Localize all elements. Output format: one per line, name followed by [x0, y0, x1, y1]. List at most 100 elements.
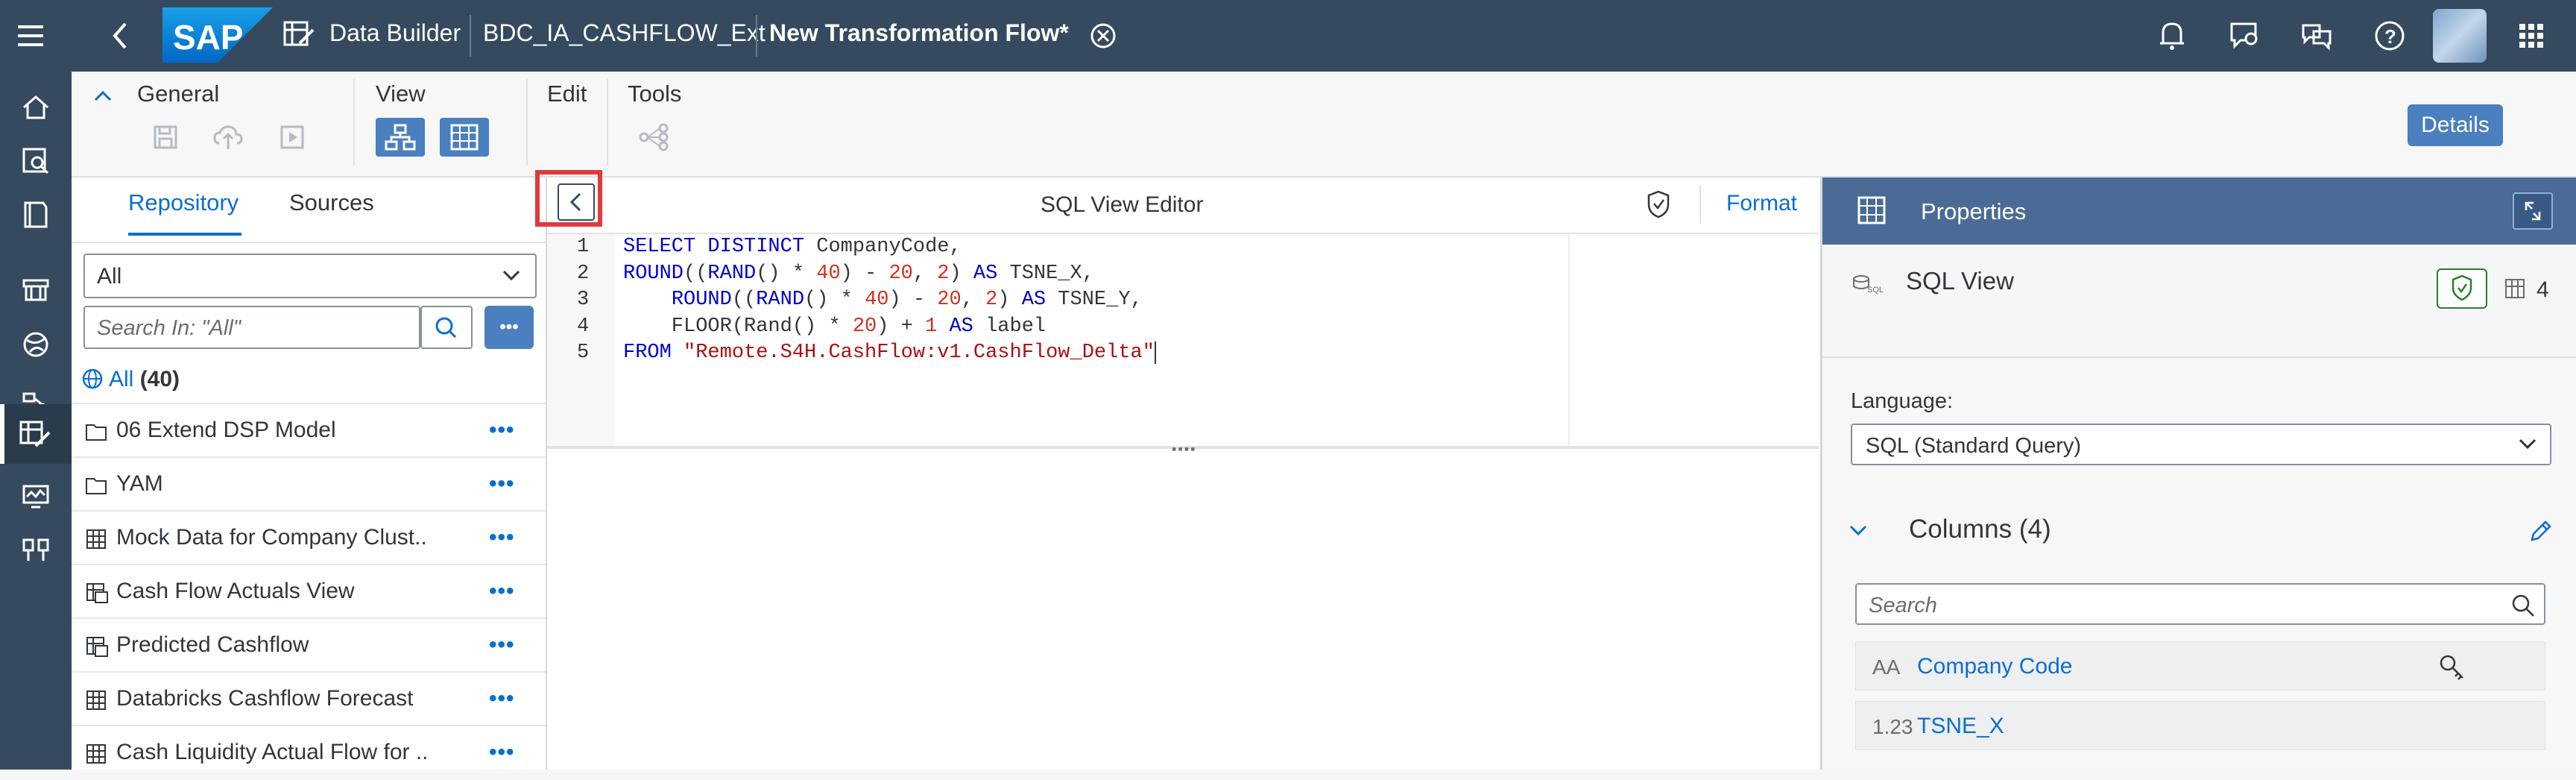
repository-item[interactable]: Cash Liquidity Actual Flow for .. •••	[72, 725, 546, 780]
item-more-icon[interactable]: •••	[489, 686, 515, 711]
repository-item[interactable]: Cash Flow Actuals View •••	[72, 564, 546, 619]
edit-columns-icon[interactable]	[2528, 518, 2554, 544]
column-row[interactable]: AA Company Code	[1855, 641, 2545, 691]
editor-toolbar: General View Edit Tools Details	[72, 72, 2576, 177]
item-more-icon[interactable]: •••	[489, 632, 515, 658]
sql-code-area[interactable]: SELECT DISTINCT CompanyCode, ROUND((RAND…	[623, 234, 1156, 367]
tab-sources[interactable]: Sources	[289, 189, 374, 216]
column-type-icon: 1.23	[1872, 715, 1913, 738]
product-switch-icon[interactable]	[2518, 22, 2545, 49]
space-management-icon[interactable]	[0, 523, 72, 577]
column-type-icon: AA	[1872, 655, 1901, 679]
details-button[interactable]: Details	[2408, 104, 2503, 146]
toolbar-separator	[526, 79, 528, 166]
repository-item[interactable]: Mock Data for Company Clust.. •••	[72, 510, 546, 565]
svg-text:SAP: SAP	[173, 18, 244, 57]
svg-text:?: ?	[2384, 25, 2396, 48]
repository-item[interactable]: YAM •••	[72, 456, 546, 512]
folder-icon	[85, 474, 107, 495]
menu-icon[interactable]	[16, 22, 46, 49]
help-icon[interactable]: ?	[2373, 19, 2406, 52]
back-icon[interactable]	[109, 21, 130, 51]
table-view-button[interactable]	[440, 118, 489, 157]
properties-panel: Properties SQL SQL View 4 Language: SQL …	[1820, 177, 2576, 770]
item-more-icon[interactable]: •••	[489, 471, 515, 497]
group-edit: Edit	[547, 81, 587, 107]
repository-item[interactable]: 06 Extend DSP Model •••	[72, 403, 546, 458]
repository-item[interactable]: Databricks Cashflow Forecast •••	[72, 671, 546, 726]
space-name[interactable]: BDC_IA_CASHFLOW_Ext	[483, 19, 765, 47]
diagram-view-button[interactable]	[376, 118, 425, 157]
column-name: TSNE_X	[1917, 714, 2004, 738]
tab-repository[interactable]: Repository	[128, 189, 239, 216]
app-name[interactable]: Data Builder	[329, 19, 461, 47]
columns-count-icon	[2504, 277, 2526, 300]
avatar[interactable]	[2433, 9, 2487, 63]
columns-title: Columns (4)	[1909, 515, 2051, 544]
side-navigation	[0, 72, 72, 770]
validate-shield-icon[interactable]	[1646, 189, 1671, 219]
chevron-down-icon	[501, 268, 522, 283]
data-builder-nav-icon[interactable]	[0, 407, 72, 461]
group-tools: Tools	[628, 81, 682, 107]
line-number: 5	[577, 342, 590, 364]
save-icon[interactable]	[152, 124, 179, 151]
item-more-icon[interactable]: •••	[489, 579, 515, 604]
line-number: 3	[577, 289, 590, 311]
search-button[interactable]	[420, 306, 473, 349]
feedback-icon[interactable]	[2229, 21, 2261, 51]
tab-divider	[72, 242, 546, 243]
columns-count: 4	[2536, 277, 2549, 302]
header-separator	[1699, 185, 1701, 224]
repository-item-label: Mock Data for Company Clust..	[116, 525, 427, 550]
item-more-icon[interactable]: •••	[489, 418, 515, 443]
line-numbers: 1 2 3 4 5	[577, 234, 589, 367]
columns-collapse-icon[interactable]	[1848, 523, 1869, 538]
help-chat-icon[interactable]	[2300, 21, 2333, 51]
search-icon	[435, 317, 457, 339]
sql-view-icon: SQL	[1851, 273, 1884, 295]
line-number: 2	[577, 262, 590, 285]
run-icon[interactable]	[279, 124, 306, 151]
home-icon[interactable]	[0, 81, 72, 134]
item-more-icon[interactable]: •••	[489, 525, 515, 550]
search-icon[interactable]	[2510, 592, 2536, 619]
table-icon	[85, 743, 107, 765]
repository-icon[interactable]	[0, 188, 72, 242]
repository-search-input[interactable]: Search In: "All"	[83, 306, 420, 349]
repository-more-button[interactable]: •••	[484, 306, 534, 349]
line-number: 1	[577, 236, 590, 258]
key-icon	[2437, 652, 2467, 682]
sql-view-editor: SQL View Editor Format 1 2 3 4 5 SELECT DIST…	[535, 170, 1819, 770]
repository-item-label: Cash Liquidity Actual Flow for ..	[116, 740, 429, 764]
repository-filter-select[interactable]: All	[83, 254, 537, 298]
language-value: SQL (Standard Query)	[1866, 434, 2082, 458]
collapse-toolbar-icon[interactable]	[92, 88, 113, 103]
expand-panel-button[interactable]	[2513, 192, 2553, 230]
semantic-onboarding-icon[interactable]	[0, 318, 72, 371]
repository-item-label: Databricks Cashflow Forecast	[116, 686, 414, 711]
format-button[interactable]: Format	[1726, 191, 1797, 216]
close-tab-icon[interactable]	[1088, 21, 1118, 51]
all-objects-link[interactable]: All (40)	[109, 367, 180, 392]
repository-item[interactable]: Predicted Cashflow •••	[72, 617, 546, 673]
language-select[interactable]: SQL (Standard Query)	[1851, 424, 2551, 465]
tab-title[interactable]: New Transformation Flow*	[769, 19, 1069, 47]
collapse-panel-button[interactable]	[558, 183, 595, 221]
sap-logo[interactable]: SAP	[162, 7, 273, 63]
data-marketplace-icon[interactable]	[0, 262, 72, 316]
catalog-search-icon[interactable]	[0, 134, 72, 188]
editor-title: SQL View Editor	[1041, 192, 1204, 217]
columns-search-input[interactable]: Search	[1855, 583, 2545, 625]
data-integration-monitor-icon[interactable]	[0, 470, 72, 523]
column-row[interactable]: 1.23 TSNE_X	[1855, 701, 2545, 750]
print-margin	[1568, 234, 1570, 446]
notifications-icon[interactable]	[2157, 19, 2187, 52]
splitter-grip-icon[interactable]: ▪▪▪▪	[1172, 441, 1197, 457]
table-icon	[85, 528, 107, 550]
repository-item-label: Predicted Cashflow	[116, 632, 309, 657]
item-more-icon[interactable]: •••	[489, 740, 515, 765]
validation-status-button[interactable]	[2437, 268, 2487, 309]
impact-lineage-icon[interactable]	[638, 122, 671, 152]
deploy-icon[interactable]	[213, 124, 243, 151]
